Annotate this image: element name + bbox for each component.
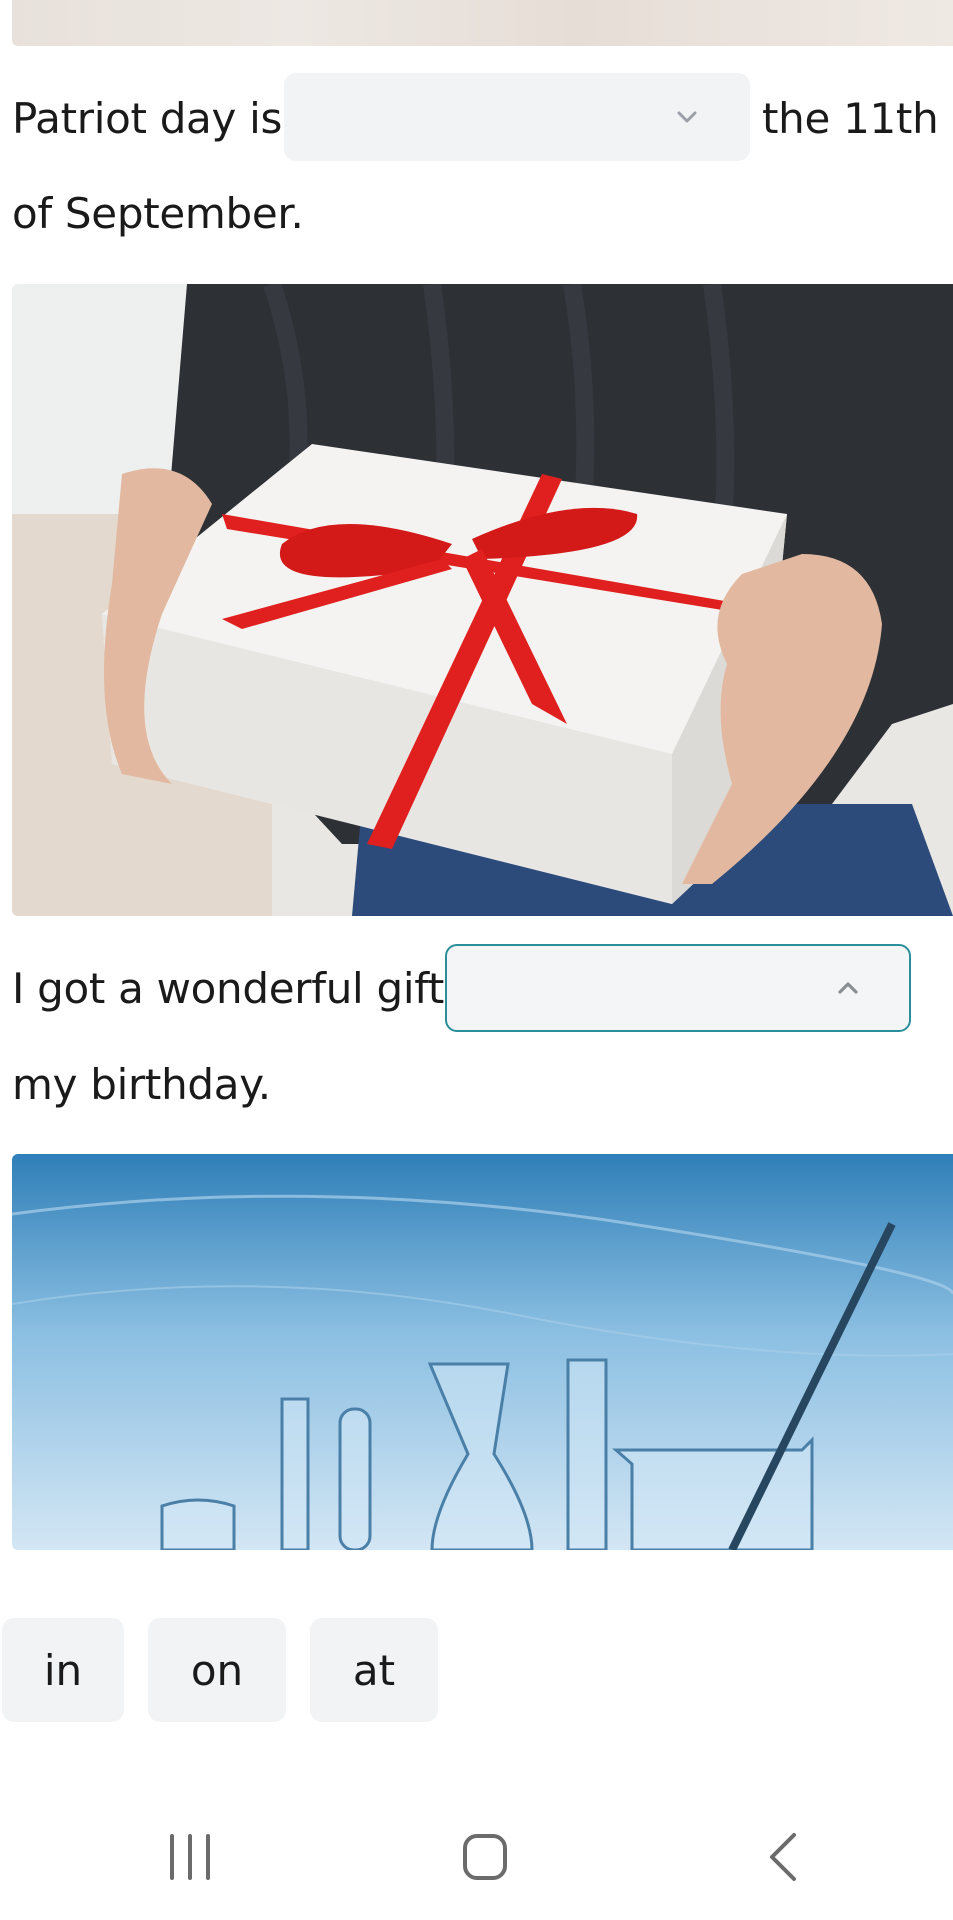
previous-exercise-image <box>12 0 953 46</box>
back-icon[interactable] <box>748 1830 818 1884</box>
gift-box-image <box>12 284 953 916</box>
lab-glassware-image <box>12 1154 953 1550</box>
answer-option-at[interactable]: at <box>310 1618 438 1722</box>
sentence1-part3: of September. <box>12 189 304 238</box>
sentence2-part1: I got a wonderful gift <box>12 964 445 1013</box>
answer-option-on[interactable]: on <box>148 1618 286 1722</box>
sentence1-part2: the 11th <box>762 94 939 143</box>
sentence2-part2: my birthday. <box>12 1060 271 1109</box>
sentence1-blank-dropdown[interactable] <box>284 73 750 161</box>
sentence1-part1: Patriot day is <box>12 94 283 143</box>
answer-option-in[interactable]: in <box>2 1618 124 1722</box>
recent-apps-icon[interactable] <box>155 1830 225 1884</box>
sentence2-blank-dropdown[interactable] <box>445 944 911 1032</box>
chevron-up-icon <box>835 975 861 1001</box>
home-icon[interactable] <box>450 1830 520 1884</box>
chevron-down-icon <box>674 104 700 130</box>
